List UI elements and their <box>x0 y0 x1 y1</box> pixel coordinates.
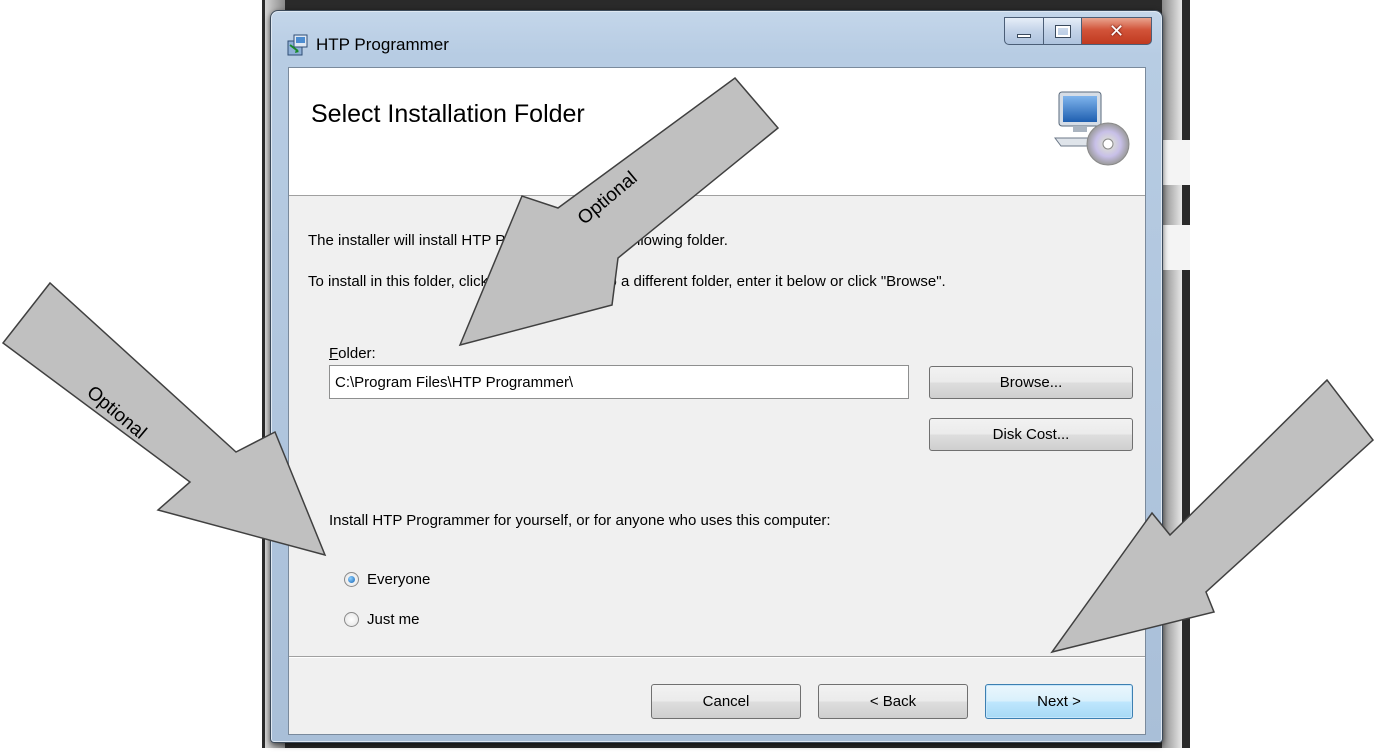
radio-button-selected[interactable] <box>344 572 359 587</box>
radio-dot <box>348 576 355 583</box>
cancel-button[interactable]: Cancel <box>651 684 801 719</box>
install-scope-prompt: Install HTP Programmer for yourself, or … <box>329 512 831 529</box>
minimize-icon <box>1017 34 1031 38</box>
caption-buttons: ✕ <box>1004 17 1152 45</box>
radio-button[interactable] <box>344 612 359 627</box>
minimize-button[interactable] <box>1004 17 1044 45</box>
radio-label-everyone: Everyone <box>367 571 431 588</box>
back-button[interactable]: < Back <box>818 684 968 719</box>
annotation-label-left: Optional <box>82 382 151 444</box>
close-button[interactable]: ✕ <box>1082 17 1152 45</box>
footer-divider <box>289 656 1145 658</box>
window-title: HTP Programmer <box>316 35 449 54</box>
desktop-background-detail <box>1163 225 1190 270</box>
computer-cd-icon <box>1054 91 1130 166</box>
maximize-button[interactable] <box>1044 17 1082 45</box>
close-icon: ✕ <box>1108 20 1125 42</box>
installer-icon <box>287 34 308 56</box>
title-bar[interactable]: HTP Programmer ✕ <box>271 11 1162 67</box>
folder-label: Folder: <box>329 345 376 362</box>
radio-option-everyone[interactable]: Everyone <box>344 571 430 588</box>
radio-label-just-me: Just me <box>367 611 420 628</box>
install-instructions: To install in this folder, click "Next".… <box>308 273 946 290</box>
dialog-client-area: Select Installation Folder The installer… <box>288 67 1146 735</box>
folder-path-input[interactable] <box>329 365 909 399</box>
page-title: Select Installation Folder <box>311 100 585 128</box>
header-banner: Select Installation Folder <box>289 68 1145 196</box>
desktop-background-edge-right <box>1162 0 1182 748</box>
install-description: The installer will install HTP Programme… <box>308 232 728 249</box>
desktop-background-detail <box>1163 140 1190 185</box>
maximize-icon <box>1054 24 1071 38</box>
installer-window: HTP Programmer ✕ Select Installation Fol… <box>270 10 1163 743</box>
next-button[interactable]: Next > <box>985 684 1133 719</box>
disk-cost-button[interactable]: Disk Cost... <box>929 418 1133 451</box>
browse-button[interactable]: Browse... <box>929 366 1133 399</box>
radio-option-just-me[interactable]: Just me <box>344 611 420 628</box>
